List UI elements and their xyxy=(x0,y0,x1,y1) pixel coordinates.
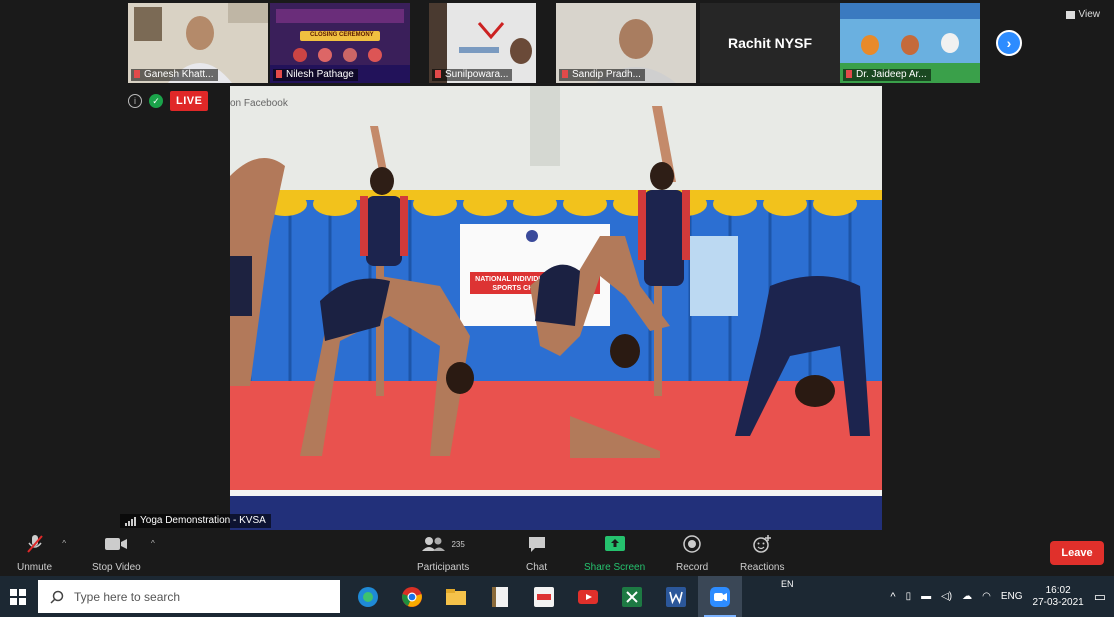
yoga-demonstration-video: NATIONAL INDIVIDUAL YOGASANA SPORTS CHAM… xyxy=(230,86,882,530)
word-icon xyxy=(666,586,686,607)
system-tray: ^ ▯ ▬ ◁) ☁ ◠ ENG 16:02 27-03-2021 ▭ xyxy=(890,576,1114,617)
notebook-icon xyxy=(492,586,508,607)
participants-button[interactable]: 235 Participants xyxy=(417,534,469,573)
slide-title: CLOSING CEREMONY xyxy=(310,32,374,38)
shield-check-icon[interactable]: ✓ xyxy=(149,94,163,108)
windows-taskbar: Type here to search EN ^ ▯ ▬ ◁) ☁ ◠ ENG … xyxy=(0,576,1114,617)
taskbar-notes-app[interactable] xyxy=(478,576,522,617)
taskbar-file-explorer-app[interactable] xyxy=(434,576,478,617)
active-speaker-label: Yoga Demonstration - KVSA xyxy=(120,514,271,528)
chat-bubble-icon xyxy=(527,534,547,554)
windows-start-button[interactable] xyxy=(0,576,36,617)
meeting-status-bar: i ✓ LIVE xyxy=(128,91,209,111)
zoom-icon xyxy=(710,586,730,607)
search-placeholder: Type here to search xyxy=(74,589,181,604)
record-icon xyxy=(682,534,702,554)
next-page-arrow-icon[interactable]: › xyxy=(996,30,1022,56)
play-icon xyxy=(578,589,598,604)
clock-date: 27-03-2021 xyxy=(1032,596,1084,608)
wifi-icon[interactable]: ◠ xyxy=(982,591,991,602)
people-icon xyxy=(422,537,446,551)
record-label: Record xyxy=(676,562,709,573)
chat-button[interactable]: Chat xyxy=(526,534,547,573)
stop-video-button[interactable]: ^ Stop Video xyxy=(92,534,155,573)
chevron-up-icon[interactable]: ^ xyxy=(151,539,155,548)
reactions-label: Reactions xyxy=(740,562,785,573)
taskbar-search-box[interactable]: Type here to search xyxy=(38,580,340,613)
participant-name: Nilesh Pathage xyxy=(273,69,358,81)
view-button[interactable]: View xyxy=(1065,9,1101,20)
participant-name: Sunilpowara... xyxy=(432,69,513,81)
chat-label: Chat xyxy=(526,562,548,573)
battery-icon[interactable]: ▬ xyxy=(921,591,931,602)
phone-link-icon[interactable]: ▯ xyxy=(906,591,912,602)
smiley-plus-icon xyxy=(752,534,772,554)
participant-name: Dr. Jaideep Ar... xyxy=(843,69,931,81)
clock[interactable]: 16:02 27-03-2021 xyxy=(1033,585,1084,609)
participants-count: 235 xyxy=(451,539,465,549)
participant-thumbnail[interactable]: CLOSING CEREMONY Nilesh Pathage xyxy=(270,3,410,83)
cloud-icon[interactable]: ☁ xyxy=(962,591,972,602)
taskbar-chrome-app[interactable] xyxy=(390,576,434,617)
participant-thumbnail[interactable]: Ganesh Khatt... xyxy=(128,3,268,83)
unmute-label: Unmute xyxy=(17,562,53,573)
taskbar-excel-app[interactable] xyxy=(610,576,654,617)
excel-icon xyxy=(622,586,642,607)
muted-microphone-icon xyxy=(26,534,44,554)
participant-thumbnail[interactable]: Rachit NYSF xyxy=(700,3,840,83)
clock-time: 16:02 xyxy=(1045,584,1071,596)
participant-name-display: Rachit NYSF xyxy=(727,35,812,51)
taskbar-app-list xyxy=(346,576,742,617)
participants-label: Participants xyxy=(417,562,470,573)
windows-logo-icon xyxy=(10,588,26,605)
share-screen-label: Share Screen xyxy=(584,562,646,573)
participant-thumbnail[interactable]: Sunilpowara... xyxy=(429,3,536,83)
speaker-name: Yoga Demonstration - KVSA xyxy=(140,515,266,526)
taskbar-youtube-app[interactable] xyxy=(566,576,610,617)
chevron-up-icon[interactable]: ^ xyxy=(62,539,66,548)
leave-button[interactable]: Leave xyxy=(1050,541,1104,565)
search-icon xyxy=(50,590,64,604)
stream-destination-label: on Facebook xyxy=(230,98,288,109)
participant-thumbnail[interactable]: Dr. Jaideep Ar... xyxy=(840,3,980,83)
stop-video-label: Stop Video xyxy=(92,562,141,573)
live-badge[interactable]: LIVE xyxy=(170,91,209,111)
notification-icon[interactable]: ▭ xyxy=(1094,589,1106,605)
reactions-button[interactable]: Reactions xyxy=(740,534,784,573)
zoom-meeting-window: Ganesh Khatt... CLOSING CEREMONY Nilesh … xyxy=(0,0,1114,576)
share-screen-icon xyxy=(604,534,626,554)
taskbar-edge-app[interactable] xyxy=(346,576,390,617)
video-camera-icon xyxy=(104,534,128,554)
participant-name: Ganesh Khatt... xyxy=(131,69,218,81)
volume-icon[interactable]: ◁) xyxy=(941,591,952,602)
taskbar-zoom-app[interactable] xyxy=(698,576,742,617)
info-icon[interactable]: i xyxy=(128,94,142,108)
chrome-icon xyxy=(402,586,422,607)
language-indicator[interactable]: ENG xyxy=(1001,591,1023,602)
main-video: NATIONAL INDIVIDUAL YOGASANA SPORTS CHAM… xyxy=(230,86,882,530)
unmute-button[interactable]: ^ Unmute xyxy=(17,534,66,573)
edge-icon xyxy=(358,586,378,607)
folder-icon xyxy=(446,588,466,605)
view-label: View xyxy=(1078,9,1101,20)
grid-icon xyxy=(1065,10,1075,19)
media-icon xyxy=(534,586,554,607)
input-language-short: EN xyxy=(781,579,794,589)
participant-name: Sandip Pradh... xyxy=(559,69,645,81)
share-screen-button[interactable]: Share Screen xyxy=(584,534,645,573)
taskbar-word-app[interactable] xyxy=(654,576,698,617)
taskbar-media-app[interactable] xyxy=(522,576,566,617)
meeting-controls-toolbar: ^ Unmute ^ Stop Video 235 Participants C… xyxy=(0,532,1114,576)
chevron-up-icon[interactable]: ^ xyxy=(890,591,895,603)
participants-icon-row: 235 xyxy=(421,534,465,554)
record-button[interactable]: Record xyxy=(676,534,708,573)
participant-thumbnail[interactable]: Sandip Pradh... xyxy=(556,3,696,83)
signal-icon xyxy=(125,516,136,526)
